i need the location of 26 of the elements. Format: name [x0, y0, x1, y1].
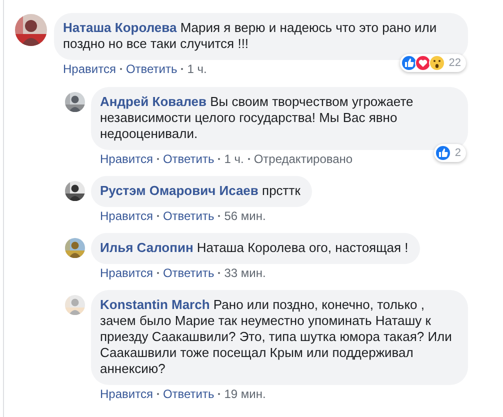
author-link[interactable]: Рустэм Омарович Исаев	[100, 183, 258, 198]
author-link[interactable]: Konstantin March	[100, 297, 210, 312]
comment-text: Наташа Королева Мария я верю и надеюсь что это рано или поздно но все таки случится !!!	[63, 20, 438, 52]
like-link[interactable]: Нравится	[63, 62, 116, 76]
like-link[interactable]: Нравится	[100, 266, 153, 280]
comment-text: Konstantin March Рано или поздно, конечно, только , зачем было Марие так неуместно упоминать Наташу к приезду Саакашвили? Это, типа шутка юмора такая? Или Саакашвили тоже посещал Крым или поддерживал аннексию?	[100, 297, 453, 377]
timestamp[interactable]: 19 мин.	[224, 387, 266, 401]
comment-text: Илья Салопин Наташа Королева ого, настоящая !	[100, 240, 408, 256]
timestamp[interactable]: 1 ч.	[224, 152, 244, 166]
reply-link[interactable]: Ответить	[126, 62, 178, 76]
timestamp[interactable]: 1 ч.	[187, 62, 207, 76]
edited-link[interactable]: Отредактировано	[254, 152, 353, 166]
comment-text: Андрей Ковалев Вы своим творчеством угрожаете независимости целого государства! Мы Вас явно недооценивали.	[100, 94, 414, 142]
comment-text: Рустэм Омарович Исаев прсттк	[100, 183, 300, 199]
like-link[interactable]: Нравится	[100, 152, 153, 166]
author-link[interactable]: Андрей Ковалев	[100, 94, 207, 109]
author-link[interactable]: Наташа Королева	[63, 20, 177, 35]
like-link[interactable]: Нравится	[100, 209, 153, 223]
reply-link[interactable]: Ответить	[162, 209, 214, 223]
reply-link[interactable]: Ответить	[162, 266, 214, 280]
like-link[interactable]: Нравится	[100, 387, 153, 401]
timestamp[interactable]: 56 мин.	[224, 209, 266, 223]
timestamp[interactable]: 33 мин.	[224, 266, 266, 280]
author-link[interactable]: Илья Салопин	[100, 240, 194, 255]
reply-link[interactable]: Ответить	[162, 152, 214, 166]
reply-link[interactable]: Ответить	[162, 387, 214, 401]
